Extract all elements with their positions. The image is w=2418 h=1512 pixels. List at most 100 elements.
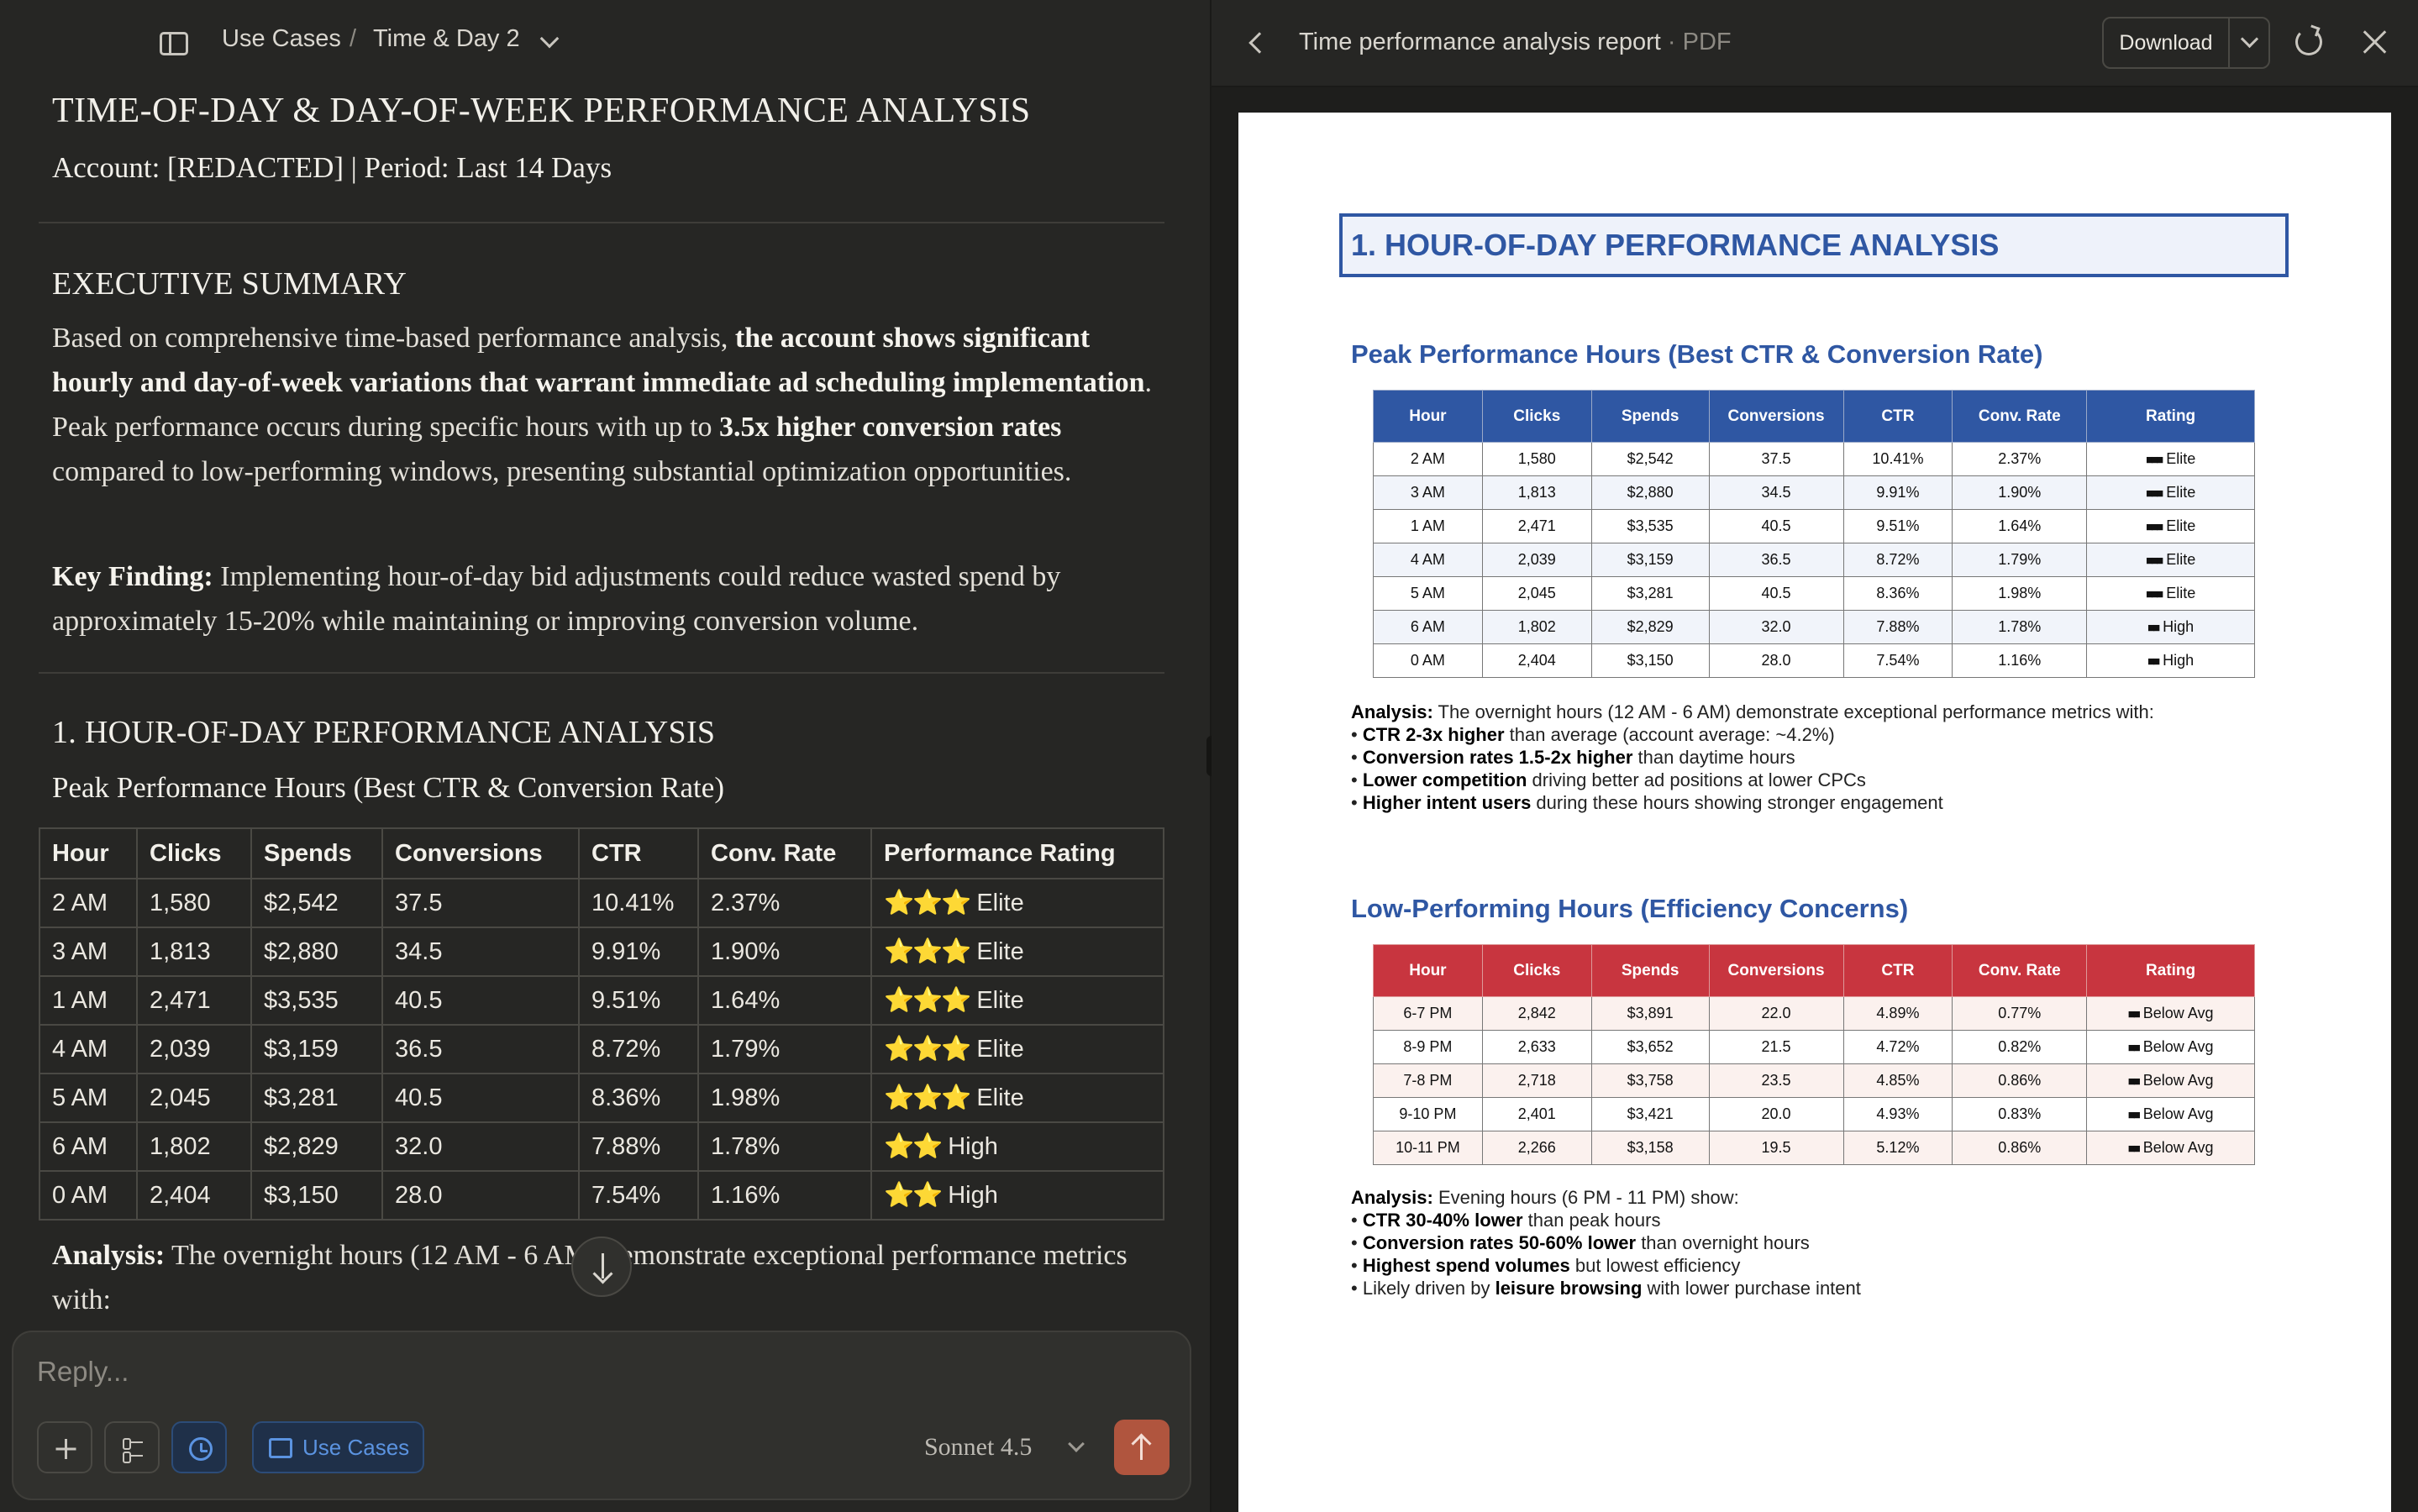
text: with lower purchase intent: [1642, 1278, 1861, 1299]
sliders-icon: [123, 1452, 143, 1463]
section-heading: 1. HOUR-OF-DAY PERFORMANCE ANALYSIS: [52, 715, 716, 750]
table-cell: 21.5: [1708, 1030, 1844, 1064]
table-cell: 1.79%: [697, 1024, 872, 1074]
table-cell: 1,802: [136, 1121, 252, 1172]
table-cell: 1,802: [1481, 610, 1592, 644]
sidebar-toggle-icon[interactable]: [160, 32, 188, 55]
column-header: Hour: [1373, 390, 1483, 443]
table-cell: 1,813: [1481, 475, 1592, 510]
chat-header: Use Cases / Time & Day 2: [0, 0, 1210, 87]
table-cell: 2,266: [1481, 1131, 1592, 1165]
table-cell: 8.72%: [1842, 543, 1953, 577]
table-cell: 8.36%: [578, 1073, 699, 1123]
table-cell: 0.82%: [1952, 1030, 2088, 1064]
column-header: Conversions: [381, 827, 580, 879]
chat-message: TIME-OF-DAY & DAY-OF-WEEK PERFORMANCE AN…: [39, 87, 1164, 1331]
exec-summary-heading: EXECUTIVE SUMMARY: [52, 266, 407, 302]
table-cell: 22.0: [1708, 996, 1844, 1031]
table-cell: 4.85%: [1842, 1063, 1953, 1098]
rating-label: Below Avg: [2142, 1005, 2214, 1021]
column-header: Hour: [39, 827, 138, 879]
close-icon[interactable]: [2361, 29, 2388, 55]
scroll-to-bottom-button[interactable]: [571, 1236, 632, 1297]
column-header: Rating: [2086, 390, 2255, 443]
table-cell: 10.41%: [578, 878, 699, 928]
analysis-intro: Analysis: Evening hours (6 PM - 11 PM) s…: [1351, 1186, 2317, 1209]
exec-summary-paragraph: Based on comprehensive time-based perfor…: [52, 316, 1153, 494]
column-header: Conv. Rate: [697, 827, 872, 879]
table-cell: 1.78%: [697, 1121, 872, 1172]
table-cell: 1.90%: [1952, 475, 2088, 510]
chevron-down-icon[interactable]: [539, 29, 560, 49]
analysis-bullet: • Conversion rates 50-60% lower than ove…: [1351, 1232, 1810, 1253]
download-button[interactable]: Download: [2104, 18, 2228, 67]
rating-label: High: [2163, 652, 2195, 669]
table-row: 4 AM 2,039 $3,159 36.5 8.72% 1.79% ■■■ Elite: [1373, 543, 2255, 577]
rating-label: High: [948, 1182, 998, 1209]
breadcrumb-chat-title[interactable]: Time & Day 2: [373, 25, 520, 53]
tools-button[interactable]: [104, 1421, 160, 1473]
table-header-row: Hour Clicks Spends Conversions CTR Conv. Rate…: [1373, 944, 2255, 997]
star-rating-icon: ⭐⭐: [884, 1133, 943, 1160]
table-cell: $2,880: [250, 927, 383, 977]
rating-blocks-icon: ■■: [2127, 1108, 2141, 1122]
breadcrumb-project[interactable]: Use Cases: [222, 25, 341, 53]
table-cell: 1.98%: [1952, 576, 2088, 611]
rating-cell: ■■ Below Avg: [2086, 1131, 2255, 1165]
text-bold: Highest spend volumes: [1362, 1255, 1570, 1276]
chevron-left-icon[interactable]: [1248, 32, 1270, 54]
table-row: 0 AM 2,404 $3,150 28.0 7.54% 1.16% ■■ High: [1373, 643, 2255, 678]
model-selector[interactable]: Sonnet 4.5: [924, 1433, 1032, 1462]
table-cell: 10.41%: [1842, 442, 1953, 476]
rating-cell: ⭐⭐⭐ Elite: [870, 878, 1164, 928]
table-row: 9-10 PM 2,401 $3,421 20.0 4.93% 0.83% ■■ Below …: [1373, 1097, 2255, 1131]
message-composer: Use Cases Sonnet 4.5: [12, 1331, 1191, 1500]
project-chip-label: Use Cases: [302, 1435, 410, 1460]
send-button[interactable]: [1114, 1420, 1170, 1475]
rating-blocks-icon: ■■: [2127, 1007, 2141, 1021]
table-cell: 9.91%: [1842, 475, 1953, 510]
text-bold: Lower competition: [1362, 769, 1527, 790]
table-cell: 10-11 PM: [1373, 1131, 1483, 1165]
rating-blocks-icon: ■■■: [2146, 453, 2163, 467]
rating-label: Elite: [976, 1084, 1024, 1111]
table-cell: 2,633: [1481, 1030, 1592, 1064]
table-cell: 4 AM: [39, 1024, 138, 1074]
table-row: 5 AM 2,045 $3,281 40.5 8.36% 1.98% ■■■ Elite: [1373, 576, 2255, 611]
folder-icon: [269, 1438, 292, 1458]
table-cell: 2,404: [1481, 643, 1592, 678]
column-header: CTR: [1842, 944, 1953, 997]
text: than daytime hours: [1632, 747, 1795, 768]
history-button[interactable]: [171, 1421, 227, 1473]
table-cell: 9-10 PM: [1373, 1097, 1483, 1131]
rating-cell: ■■ Below Avg: [2086, 1063, 2255, 1098]
reply-input[interactable]: [37, 1351, 1163, 1393]
chevron-down-icon[interactable]: [1068, 1436, 1085, 1452]
table-cell: $3,150: [1590, 643, 1710, 678]
table-cell: 19.5: [1708, 1131, 1844, 1165]
pdf-low-analysis: Analysis: Evening hours (6 PM - 11 PM) s…: [1351, 1186, 2317, 1299]
pdf-low-heading: Low-Performing Hours (Efficiency Concern…: [1351, 894, 1909, 923]
project-chip[interactable]: Use Cases: [252, 1421, 425, 1473]
rating-blocks-icon: ■■: [2127, 1142, 2141, 1156]
table-cell: 2.37%: [1952, 442, 2088, 476]
table-cell: 4.89%: [1842, 996, 1953, 1031]
rating-label: Elite: [2166, 484, 2196, 501]
table-cell: 8.36%: [1842, 576, 1953, 611]
text-bold: Conversion rates 1.5-2x higher: [1362, 747, 1633, 768]
refresh-icon[interactable]: [2295, 29, 2322, 55]
pdf-peak-table: Hour Clicks Spends Conversions CTR Conv. Rate…: [1373, 390, 2255, 678]
chevron-down-icon[interactable]: [2230, 18, 2268, 67]
table-cell: 4.72%: [1842, 1030, 1953, 1064]
add-attachment-button[interactable]: [37, 1421, 92, 1473]
rating-label: Elite: [2166, 450, 2196, 467]
table-body: 2 AM 1,580 $2,542 37.5 10.41% 2.37% ⭐⭐⭐ Elite 3 …: [39, 878, 1164, 1221]
table-cell: 8-9 PM: [1373, 1030, 1483, 1064]
clock-icon: [189, 1437, 213, 1461]
text: than overnight hours: [1636, 1232, 1810, 1253]
rating-cell: ■■■ Elite: [2086, 543, 2255, 577]
text-bold: Analysis:: [1351, 701, 1433, 722]
rating-label: Elite: [976, 890, 1024, 916]
analysis-bullet: • Lower competition driving better ad po…: [1351, 769, 1866, 790]
text: driving better ad positions at lower CPC…: [1527, 769, 1866, 790]
